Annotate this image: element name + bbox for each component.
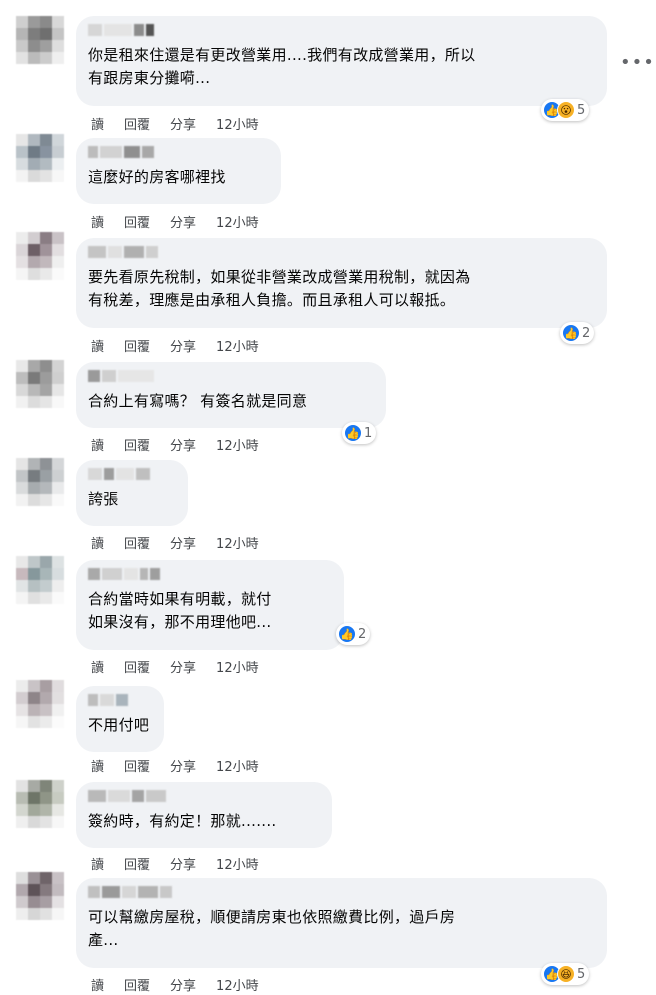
comment-text: 不用付吧 [88,716,150,734]
comment-bubble: 不用付吧 [76,686,164,752]
share-button[interactable]: 分享 [170,756,196,775]
reply-button[interactable]: 回覆 [124,533,150,552]
author-name[interactable] [88,24,595,38]
share-button[interactable]: 分享 [170,336,196,355]
reply-button[interactable]: 回覆 [124,756,150,775]
comment-bubble: 你是租來住還是有更改營業用....我們有改成營業用，所以 有跟房東分攤嗬... [76,16,607,106]
comment-actions: 讀 回覆 分享 12小時 [91,212,259,231]
read-button[interactable]: 讀 [91,212,104,231]
share-button[interactable]: 分享 [170,212,196,231]
timestamp[interactable]: 12小時 [216,435,259,454]
author-name[interactable] [88,468,176,482]
read-button[interactable]: 讀 [91,756,104,775]
read-button[interactable]: 讀 [91,533,104,552]
timestamp[interactable]: 12小時 [216,854,259,873]
share-button[interactable]: 分享 [170,435,196,454]
read-button[interactable]: 讀 [91,336,104,355]
avatar[interactable] [16,16,64,64]
share-button[interactable]: 分享 [170,657,196,676]
avatar[interactable] [16,780,64,828]
like-icon: 👍 [562,324,580,342]
avatar[interactable] [16,232,64,280]
reply-button[interactable]: 回覆 [124,212,150,231]
avatar[interactable] [16,360,64,408]
comment-actions: 讀 回覆 分享 12小時 [91,533,259,552]
read-button[interactable]: 讀 [91,114,104,133]
author-name[interactable] [88,146,269,160]
author-name[interactable] [88,694,152,708]
like-icon: 👍 [344,424,362,442]
author-name[interactable] [88,370,374,384]
share-button[interactable]: 分享 [170,533,196,552]
avatar[interactable] [16,458,64,506]
timestamp[interactable]: 12小時 [216,336,259,355]
reply-button[interactable]: 回覆 [124,975,150,994]
reply-button[interactable]: 回覆 [124,854,150,873]
share-button[interactable]: 分享 [170,975,196,994]
comment-text: 合約上有寫嗎？ 有簽名就是同意 [88,392,308,410]
comment-actions: 讀 回覆 分享 12小時 [91,435,259,454]
comment-actions: 讀 回覆 分享 12小時 [91,657,259,676]
comment-actions: 讀 回覆 分享 12小時 [91,854,259,873]
wow-icon: 😮 [557,101,575,119]
haha-icon: 😆 [557,965,575,983]
comment-text: 簽約時，有約定！那就....... [88,812,277,830]
comment-bubble: 合約當時如果有明載，就付 如果沒有，那不用理他吧... [76,560,344,650]
reaction-count: 2 [358,626,367,642]
comment-bubble: 要先看原先稅制，如果從非營業改成營業用稅制，就因為 有稅差，理應是由承租人負擔。… [76,238,607,328]
comment-bubble: 簽約時，有約定！那就....... [76,782,332,848]
reply-button[interactable]: 回覆 [124,435,150,454]
comment-text: 可以幫繳房屋稅，順便請房東也依照繳費比例，過戶房 產... [88,908,456,949]
comment-bubble: 誇張 [76,460,188,526]
share-button[interactable]: 分享 [170,854,196,873]
read-button[interactable]: 讀 [91,854,104,873]
reaction-count: 1 [364,425,373,441]
read-button[interactable]: 讀 [91,975,104,994]
comment-text: 誇張 [88,490,119,508]
comment-bubble: 合約上有寫嗎？ 有簽名就是同意 [76,362,386,428]
comment-text: 這麼好的房客哪裡找 [88,168,226,186]
avatar[interactable] [16,680,64,728]
author-name[interactable] [88,246,595,260]
read-button[interactable]: 讀 [91,657,104,676]
avatar[interactable] [16,556,64,604]
reaction-summary[interactable]: 👍 2 [560,322,595,344]
comment-actions: 讀 回覆 分享 12小時 [91,756,259,775]
reaction-count: 5 [577,102,586,118]
author-name[interactable] [88,886,595,900]
comment-actions: 讀 回覆 分享 12小時 [91,114,259,133]
reaction-summary[interactable]: 👍 2 [336,623,371,645]
timestamp[interactable]: 12小時 [216,212,259,231]
timestamp[interactable]: 12小時 [216,975,259,994]
author-name[interactable] [88,790,320,804]
timestamp[interactable]: 12小時 [216,657,259,676]
comment-bubble: 可以幫繳房屋稅，順便請房東也依照繳費比例，過戶房 產... [76,878,607,968]
reply-button[interactable]: 回覆 [124,657,150,676]
avatar[interactable] [16,872,64,920]
author-name[interactable] [88,568,332,582]
avatar[interactable] [16,134,64,182]
comment-actions: 讀 回覆 分享 12小時 [91,336,259,355]
comment-bubble: 這麼好的房客哪裡找 [76,138,281,204]
reply-button[interactable]: 回覆 [124,336,150,355]
timestamp[interactable]: 12小時 [216,756,259,775]
comment-text: 合約當時如果有明載，就付 如果沒有，那不用理他吧... [88,590,272,631]
more-options-icon[interactable]: ••• [620,52,655,73]
reaction-summary[interactable]: 👍 1 [342,422,377,444]
reaction-count: 2 [582,325,591,341]
like-icon: 👍 [338,625,356,643]
reply-button[interactable]: 回覆 [124,114,150,133]
reaction-summary[interactable]: 👍 😮 5 [541,99,590,121]
read-button[interactable]: 讀 [91,435,104,454]
reaction-count: 5 [577,966,586,982]
comment-text: 你是租來住還是有更改營業用....我們有改成營業用，所以 有跟房東分攤嗬... [88,46,476,87]
comment-text: 要先看原先稅制，如果從非營業改成營業用稅制，就因為 有稅差，理應是由承租人負擔。… [88,268,471,309]
timestamp[interactable]: 12小時 [216,114,259,133]
share-button[interactable]: 分享 [170,114,196,133]
comment-actions: 讀 回覆 分享 12小時 [91,975,259,994]
timestamp[interactable]: 12小時 [216,533,259,552]
reaction-summary[interactable]: 👍 😆 5 [541,963,590,985]
